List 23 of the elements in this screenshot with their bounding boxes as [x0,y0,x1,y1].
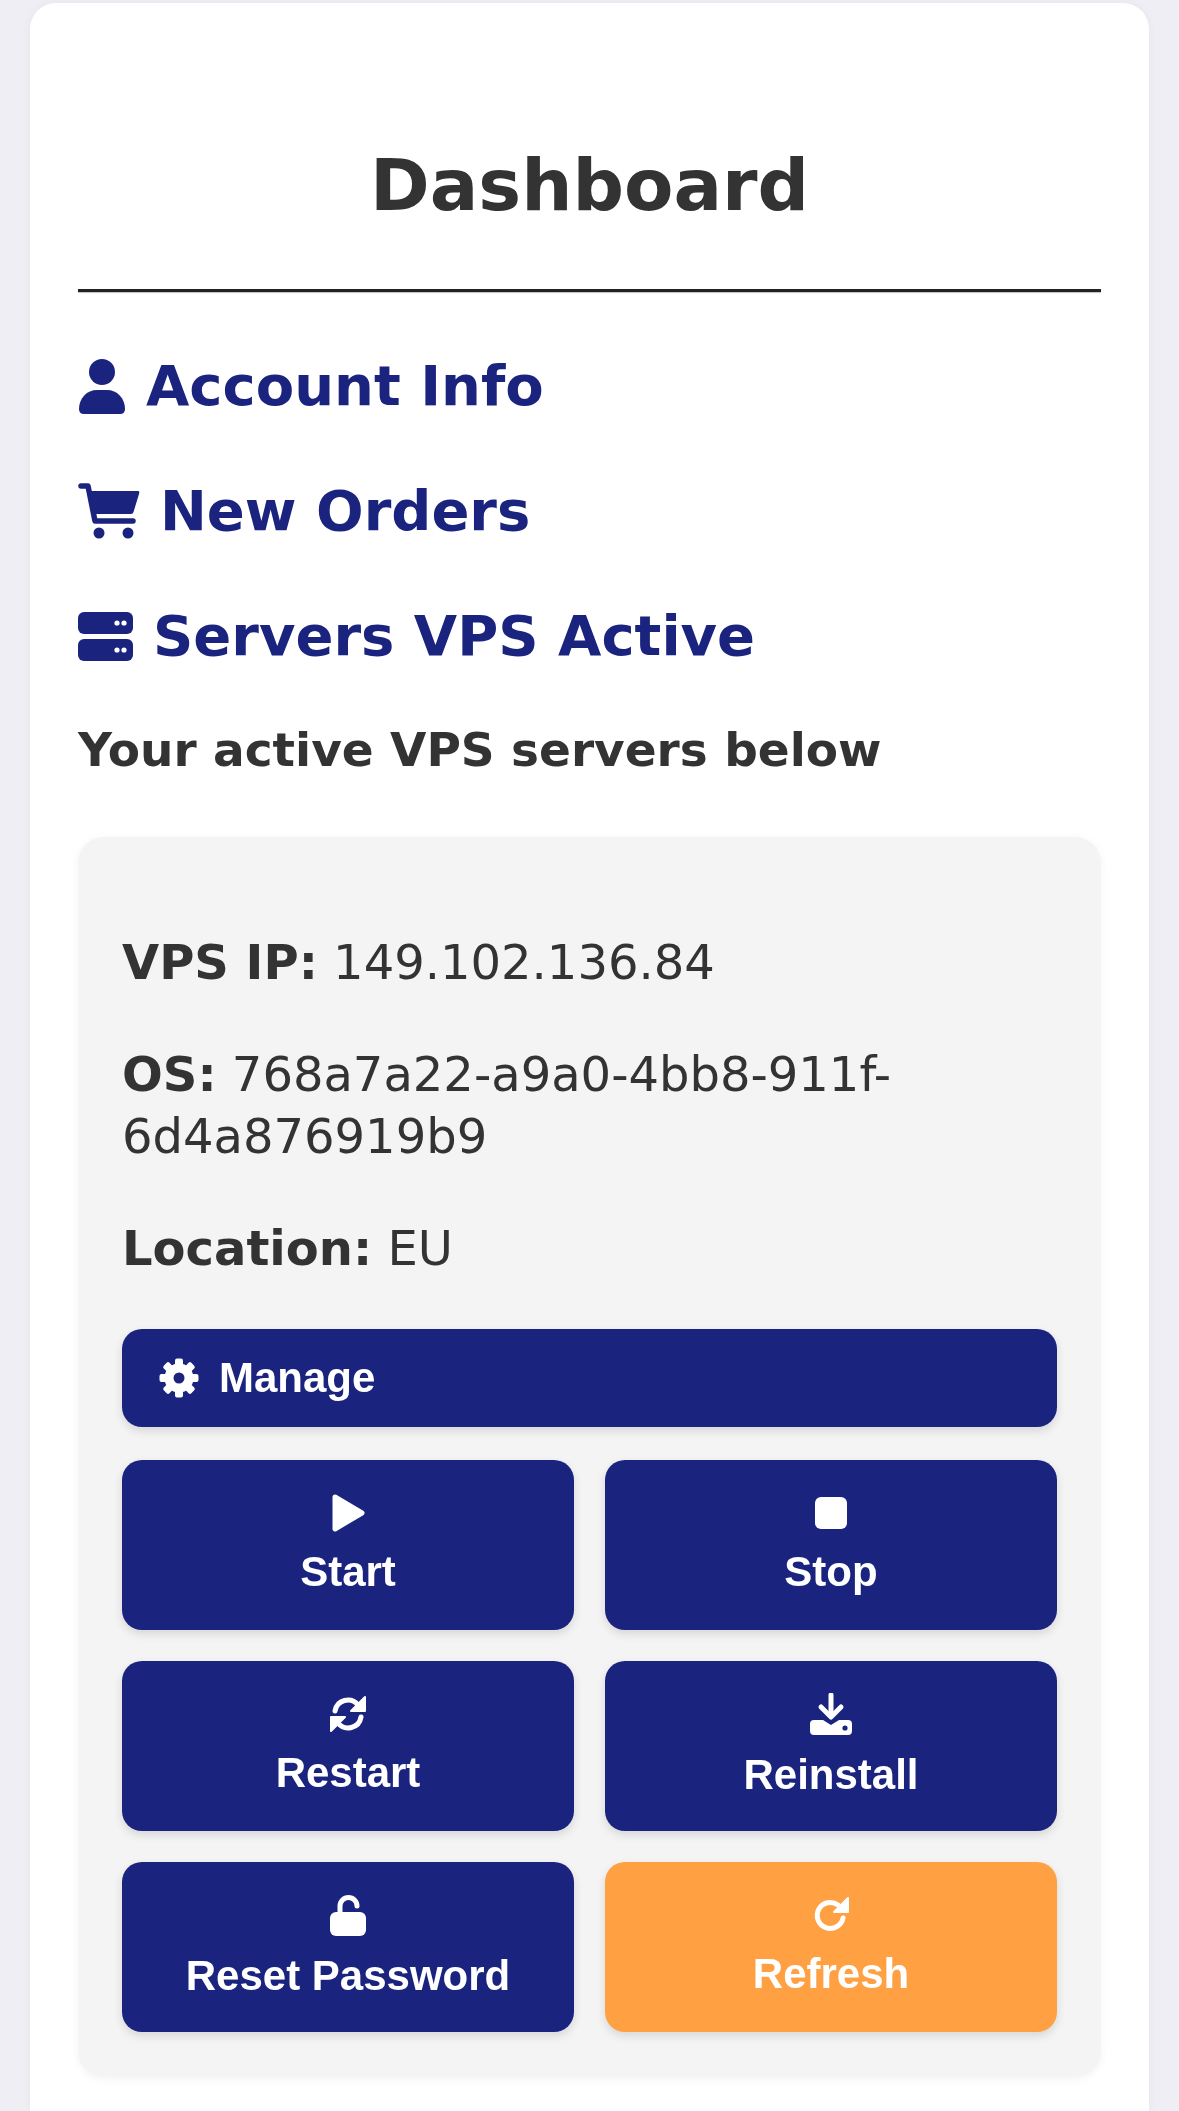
info-line: Location: EU [122,1219,454,1278]
nav-link[interactable]: Account Info [78,353,544,419]
unlock-icon [329,1894,367,1936]
stop-icon [815,1497,847,1529]
action-button[interactable]: Restart [122,1661,574,1831]
action-button[interactable]: Stop [605,1460,1057,1630]
action-button[interactable]: Start [122,1460,574,1630]
sync-icon [328,1695,368,1733]
page-title: Dashboard [368,142,811,229]
action-button[interactable]: Reset Password [122,1862,574,2032]
play-icon [331,1494,365,1532]
server-icon [78,611,133,661]
info-line: VPS IP: 149.102.136.84 [122,933,716,992]
section-note: Your active VPS servers below [78,722,883,778]
download-icon [809,1693,853,1735]
manage-button[interactable]: Manage [122,1329,1057,1427]
nav-link[interactable]: Servers VPS Active [78,603,756,669]
action-button[interactable]: Reinstall [605,1661,1057,1831]
user-icon [78,358,126,414]
settings-icon [159,1358,199,1398]
cart-icon [78,483,140,539]
nav-link[interactable]: New Orders [78,478,531,544]
info-line: OS: 768a7a22-a9a0-4bb8-911f-6d4a876919b9 [122,1045,892,1166]
